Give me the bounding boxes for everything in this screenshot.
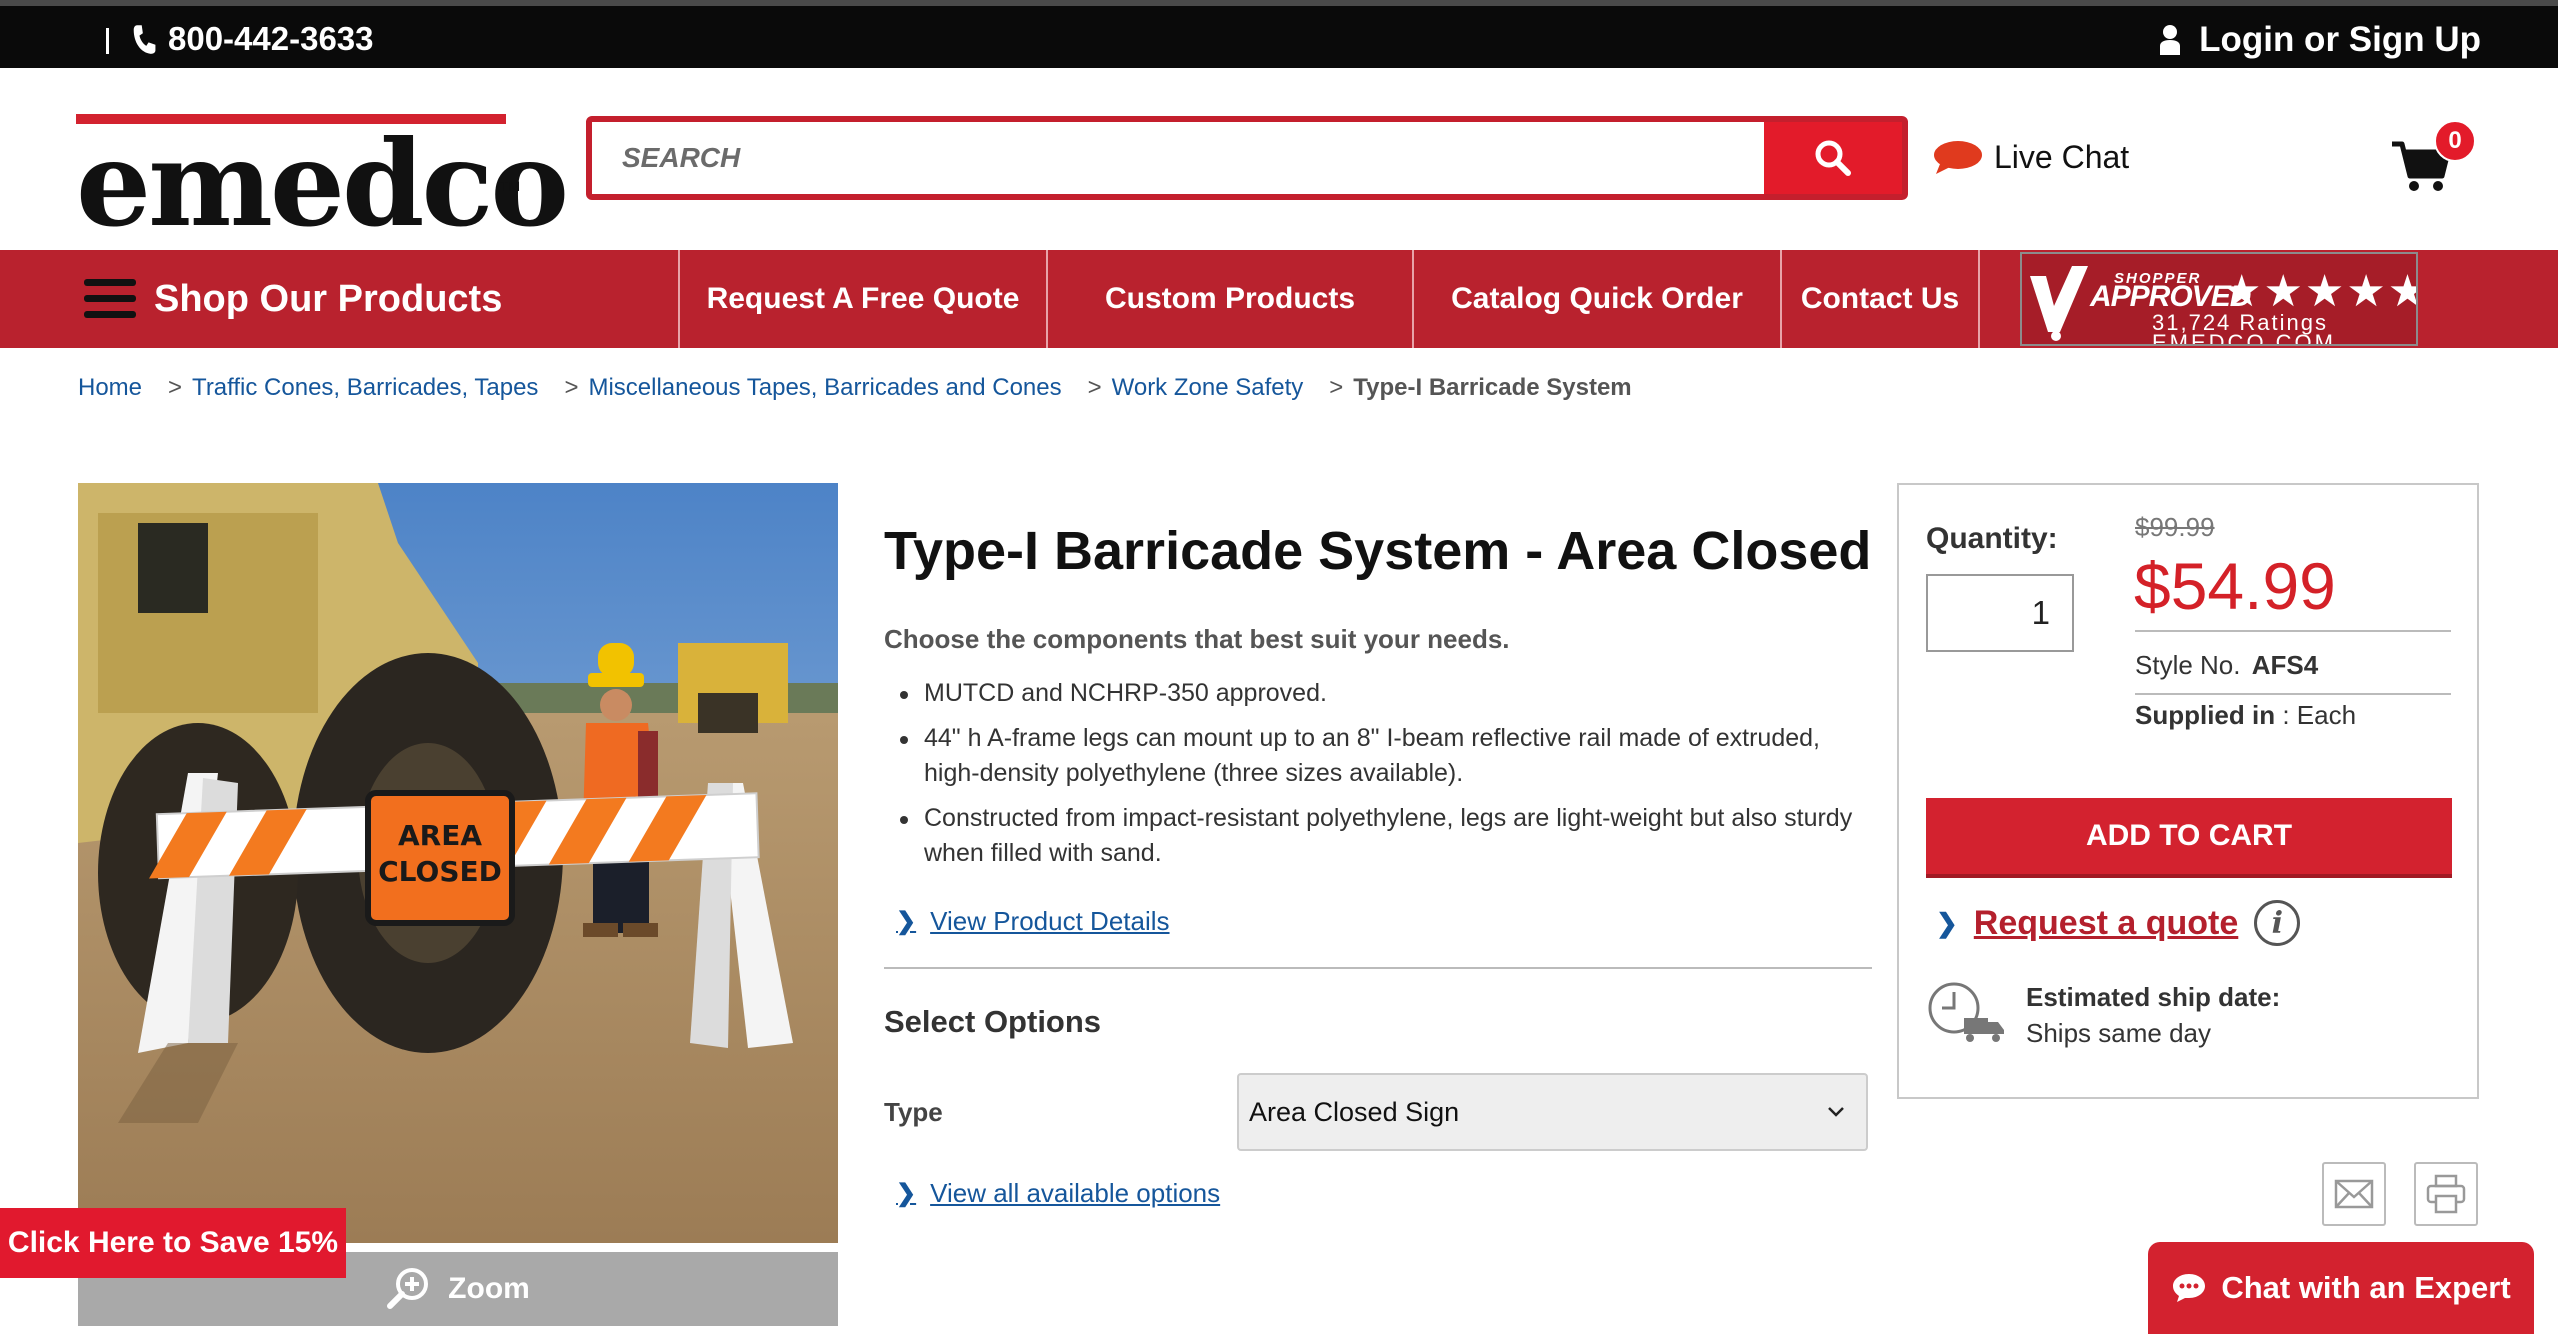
feature-bullet: Constructed from impact-resistant polyet… [900, 801, 1870, 871]
badge-site: EMEDCO.COM [2152, 330, 2336, 346]
cart-count-badge: 0 [2434, 120, 2476, 162]
email-button[interactable] [2322, 1162, 2386, 1226]
area-closed-sign-text: AREA CLOSED [368, 818, 512, 890]
style-number-label: Style No. [2135, 650, 2241, 680]
logo-wordmark: emedco [76, 114, 569, 253]
nav-custom-products[interactable]: Custom Products [1046, 250, 1412, 348]
ship-date-value: Ships same day [2026, 1018, 2211, 1048]
price-divider [2135, 630, 2451, 632]
section-divider [884, 967, 1872, 969]
topbar-separator [106, 28, 109, 54]
breadcrumb: Home > Traffic Cones, Barricades, Tapes … [78, 374, 1632, 402]
feature-bullet: 44" h A-frame legs can mount up to an 8"… [900, 721, 1870, 791]
phone-icon [133, 25, 156, 54]
sale-price: $54.99 [2134, 549, 2336, 623]
quantity-label: Quantity: [1926, 522, 2058, 555]
view-all-options-label: View all available options [930, 1178, 1221, 1208]
email-icon [2334, 1179, 2374, 1209]
select-options-heading: Select Options [884, 1004, 1102, 1039]
style-number: Style No. AFS4 [2135, 650, 2318, 681]
shop-our-products-label: Shop Our Products [154, 277, 503, 320]
supplied-in: Supplied in : Each [2135, 700, 2356, 731]
top-bar: 800-442-3633 Login or Sign Up [0, 0, 2558, 68]
search-input[interactable] [592, 122, 1764, 194]
breadcrumb-separator: > [1087, 374, 1102, 401]
chat-with-expert-label: Chat with an Expert [2221, 1270, 2511, 1305]
product-features: MUTCD and NCHRP-350 approved. 44" h A-fr… [900, 676, 1870, 881]
style-divider [2135, 693, 2451, 695]
logo-trademark: TM [500, 178, 521, 194]
style-number-value: AFS4 [2251, 650, 2319, 680]
view-product-details-link[interactable]: ❯ View Product Details [896, 906, 1170, 937]
breadcrumb-home[interactable]: Home [78, 374, 142, 402]
view-all-options-link[interactable]: ❯ View all available options [896, 1178, 1220, 1209]
chevron-right-icon: ❯ [1936, 907, 1958, 938]
quantity-input[interactable]: 1 [1926, 574, 2074, 652]
breadcrumb-current: Type-I Barricade System [1353, 374, 1632, 401]
nav-contact-us[interactable]: Contact Us [1780, 250, 1978, 348]
login-link[interactable]: Login or Sign Up [2159, 20, 2481, 60]
feature-bullet: MUTCD and NCHRP-350 approved. [900, 676, 1870, 711]
zoom-label: Zoom [448, 1272, 530, 1305]
main-nav: Shop Our Products Request A Free Quote C… [0, 250, 2558, 348]
request-quote-label: Request a quote [1973, 903, 2239, 942]
zoom-icon [387, 1268, 429, 1309]
shopper-approved-badge[interactable]: SHOPPER APPROVED ★★★★★ 31,724 Ratings EM… [2020, 252, 2418, 346]
nav-request-free-quote[interactable]: Request A Free Quote [678, 250, 1046, 348]
breadcrumb-misc-tapes[interactable]: Miscellaneous Tapes, Barricades and Cone… [588, 374, 1061, 402]
breadcrumb-separator: > [1329, 374, 1344, 401]
user-icon [2160, 25, 2181, 55]
search-bar [586, 116, 1908, 200]
ship-date-label: Estimated ship date: [2026, 982, 2281, 1012]
shopper-approved-logo-icon [2030, 266, 2088, 341]
chevron-down-icon [1828, 1107, 1844, 1117]
print-button[interactable] [2414, 1162, 2478, 1226]
product-subtitle: Choose the components that best suit you… [884, 624, 1510, 654]
type-select[interactable]: Area Closed Sign [1237, 1073, 1868, 1151]
original-price: $99.99 [2135, 512, 2215, 542]
search-button[interactable] [1764, 122, 1902, 194]
supplied-in-label: Supplied in [2135, 700, 2276, 730]
save-15-promo-button[interactable]: Click Here to Save 15% [0, 1208, 346, 1278]
hamburger-icon [84, 279, 136, 318]
request-quote-link[interactable]: ❯ Request a quote i [1936, 900, 2301, 946]
sign-line-1: AREA [397, 819, 483, 852]
supplied-in-value: : Each [2275, 700, 2357, 730]
info-icon[interactable]: i [2254, 900, 2301, 946]
view-product-details-label: View Product Details [930, 906, 1170, 936]
product-title: Type-I Barricade System - Area Closed [884, 521, 1872, 581]
search-icon [1815, 140, 1851, 176]
cart-button[interactable]: 0 [2390, 120, 2490, 200]
chat-icon [2173, 1274, 2206, 1302]
chat-bubble-icon [1934, 141, 1982, 174]
type-label: Type [884, 1097, 943, 1127]
live-chat-link[interactable]: Live Chat [1932, 138, 2129, 176]
print-icon [2426, 1174, 2466, 1214]
emedco-logo[interactable]: emedco TM [76, 114, 569, 253]
breadcrumb-separator: > [168, 374, 183, 401]
nav-divider [1978, 250, 1980, 348]
product-image[interactable]: AREA CLOSED [78, 483, 838, 1243]
type-selected-value: Area Closed Sign [1249, 1096, 1460, 1127]
breadcrumb-traffic-cones[interactable]: Traffic Cones, Barricades, Tapes [192, 374, 538, 402]
nav-catalog-quick-order[interactable]: Catalog Quick Order [1412, 250, 1780, 348]
breadcrumb-work-zone-safety[interactable]: Work Zone Safety [1112, 374, 1304, 402]
breadcrumb-separator: > [564, 374, 579, 401]
phone-link[interactable]: 800-442-3633 [130, 20, 374, 58]
add-to-cart-button[interactable]: ADD TO CART [1926, 798, 2452, 878]
live-chat-label: Live Chat [1994, 138, 2130, 175]
sign-line-2: CLOSED [378, 855, 502, 888]
chat-with-expert-button[interactable]: Chat with an Expert [2148, 1242, 2534, 1334]
phone-number: 800-442-3633 [168, 20, 374, 57]
chevron-right-icon: ❯ [896, 908, 917, 935]
shop-our-products-menu[interactable]: Shop Our Products [84, 250, 502, 348]
login-label: Login or Sign Up [2199, 20, 2481, 59]
chevron-right-icon: ❯ [896, 1180, 917, 1207]
ship-truck-clock-icon [1928, 982, 2004, 1042]
